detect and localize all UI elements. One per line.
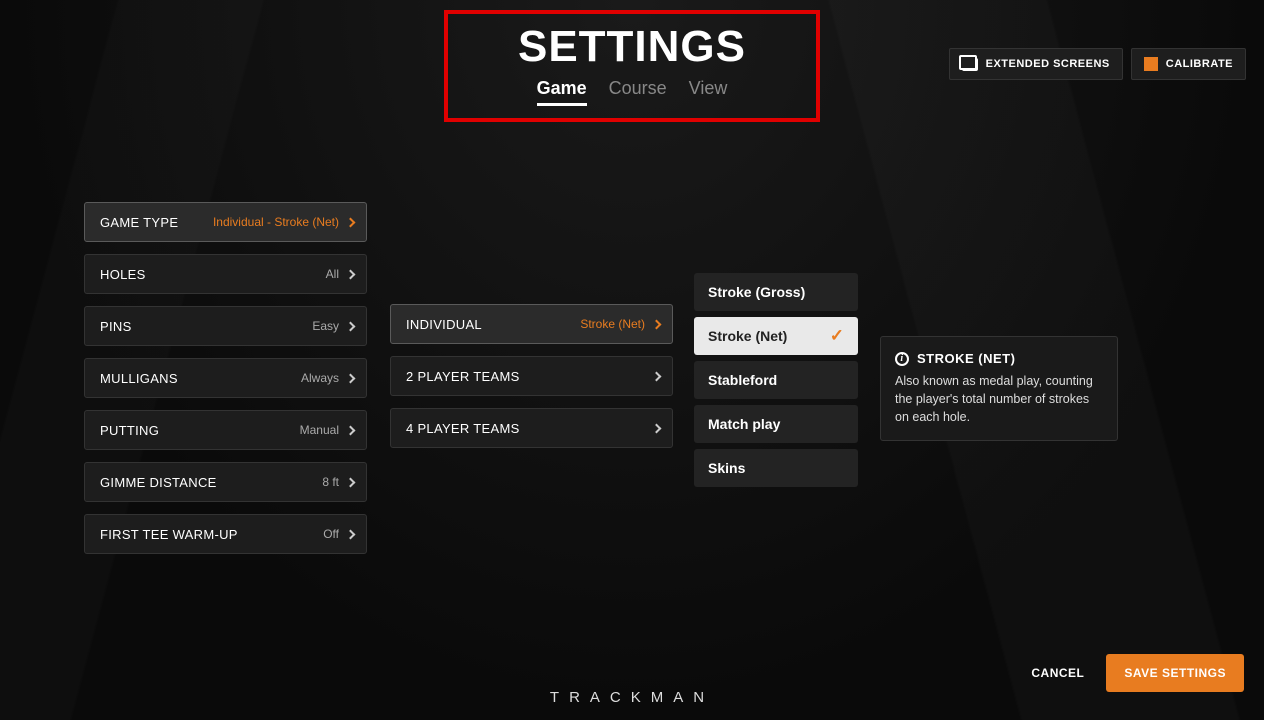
chevron-right-icon — [346, 529, 356, 539]
row-mulligans[interactable]: MULLIGANS Always — [84, 358, 367, 398]
row-label: PINS — [100, 319, 132, 334]
chevron-right-icon — [346, 269, 356, 279]
chevron-right-icon — [346, 373, 356, 383]
row-value: Manual — [300, 423, 339, 437]
cancel-button[interactable]: CANCEL — [1031, 666, 1084, 680]
info-body: Also known as medal play, counting the p… — [895, 372, 1103, 426]
row-value: Easy — [312, 319, 339, 333]
opt-label: Skins — [708, 460, 745, 476]
opt-label: Stroke (Net) — [708, 328, 787, 344]
screens-icon — [962, 58, 978, 71]
extended-screens-label: EXTENDED SCREENS — [986, 58, 1110, 70]
settings-header: SETTINGS Game Course View — [444, 10, 820, 122]
row-gimme-distance[interactable]: GIMME DISTANCE 8 ft — [84, 462, 367, 502]
tab-view[interactable]: View — [689, 78, 728, 106]
opt-stroke-gross[interactable]: Stroke (Gross) — [694, 273, 858, 311]
chevron-right-icon — [346, 217, 356, 227]
calibrate-button[interactable]: CALIBRATE — [1131, 48, 1246, 80]
row-label: 2 PLAYER TEAMS — [406, 369, 520, 384]
opt-label: Stableford — [708, 372, 777, 388]
brand-logo: TRACKMAN — [550, 689, 714, 706]
chevron-right-icon — [346, 321, 356, 331]
info-icon: i — [895, 352, 909, 366]
row-label: GIMME DISTANCE — [100, 475, 217, 490]
tab-game[interactable]: Game — [537, 78, 587, 106]
row-warmup[interactable]: FIRST TEE WARM-UP Off — [84, 514, 367, 554]
row-value: All — [326, 267, 339, 281]
row-label: HOLES — [100, 267, 146, 282]
row-value: Always — [301, 371, 339, 385]
page-title: SETTINGS — [518, 22, 746, 72]
row-individual[interactable]: INDIVIDUAL Stroke (Net) — [390, 304, 673, 344]
row-label: GAME TYPE — [100, 215, 178, 230]
chevron-right-icon — [652, 371, 662, 381]
row-2-player-teams[interactable]: 2 PLAYER TEAMS — [390, 356, 673, 396]
extended-screens-button[interactable]: EXTENDED SCREENS — [949, 48, 1123, 80]
opt-label: Match play — [708, 416, 780, 432]
check-icon: ✓ — [830, 326, 844, 346]
calibrate-icon — [1144, 57, 1158, 71]
chevron-right-icon — [652, 423, 662, 433]
opt-match-play[interactable]: Match play — [694, 405, 858, 443]
info-title: STROKE (NET) — [917, 351, 1015, 366]
row-game-type[interactable]: GAME TYPE Individual - Stroke (Net) — [84, 202, 367, 242]
tab-course[interactable]: Course — [609, 78, 667, 106]
opt-skins[interactable]: Skins — [694, 449, 858, 487]
row-4-player-teams[interactable]: 4 PLAYER TEAMS — [390, 408, 673, 448]
row-putting[interactable]: PUTTING Manual — [84, 410, 367, 450]
row-value: 8 ft — [322, 475, 339, 489]
row-label: FIRST TEE WARM-UP — [100, 527, 238, 542]
chevron-right-icon — [652, 319, 662, 329]
row-value: Off — [323, 527, 339, 541]
row-label: 4 PLAYER TEAMS — [406, 421, 520, 436]
calibrate-label: CALIBRATE — [1166, 58, 1233, 70]
row-label: MULLIGANS — [100, 371, 178, 386]
row-value: Stroke (Net) — [580, 317, 645, 331]
row-label: INDIVIDUAL — [406, 317, 482, 332]
row-holes[interactable]: HOLES All — [84, 254, 367, 294]
row-pins[interactable]: PINS Easy — [84, 306, 367, 346]
opt-stroke-net[interactable]: Stroke (Net) ✓ — [694, 317, 858, 355]
info-panel: i STROKE (NET) Also known as medal play,… — [880, 336, 1118, 441]
opt-label: Stroke (Gross) — [708, 284, 805, 300]
chevron-right-icon — [346, 477, 356, 487]
row-value: Individual - Stroke (Net) — [213, 215, 339, 229]
save-settings-button[interactable]: SAVE SETTINGS — [1106, 654, 1244, 692]
row-label: PUTTING — [100, 423, 159, 438]
opt-stableford[interactable]: Stableford — [694, 361, 858, 399]
chevron-right-icon — [346, 425, 356, 435]
